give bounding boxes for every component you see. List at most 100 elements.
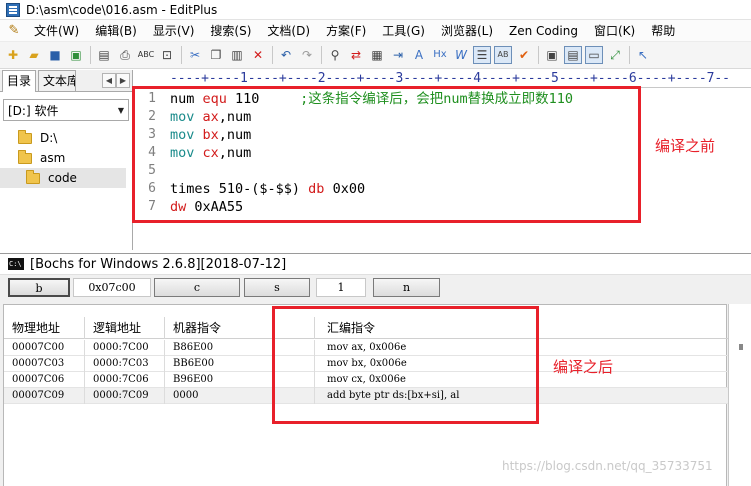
directory-panel-icon[interactable]: ▣ — [543, 46, 561, 64]
tab-directory[interactable]: 目录 — [2, 70, 37, 92]
browser-preview-icon[interactable]: ⊡ — [158, 46, 176, 64]
menu-window[interactable]: 窗口(K) — [586, 20, 643, 42]
logical-address-cell: 0000:7C09 — [85, 388, 165, 404]
bochs-command-bar: b 0x07c00 c s 1 n — [0, 276, 751, 300]
chevron-down-icon: ▼ — [117, 105, 124, 115]
toolbar-separator — [321, 46, 322, 64]
break-address-field[interactable]: 0x07c00 — [73, 278, 151, 297]
logical-address-cell: 0000:7C03 — [85, 356, 165, 372]
menu-project[interactable]: 方案(F) — [318, 20, 374, 42]
ruler-toggle-icon[interactable]: AB — [494, 46, 512, 64]
tree-item-code[interactable]: code — [0, 168, 126, 188]
toolbar-separator — [538, 46, 539, 64]
break-button[interactable]: b — [8, 278, 70, 297]
cliptext-panel-icon[interactable]: ▤ — [564, 46, 582, 64]
menu-document[interactable]: 文档(D) — [259, 20, 318, 42]
menu-file[interactable]: 文件(W) — [26, 20, 87, 42]
toolbar-separator — [90, 46, 91, 64]
menu-zen-coding[interactable]: Zen Coding — [501, 20, 586, 42]
bochs-title: [Bochs for Windows 2.6.8][2018-07-12] — [30, 256, 287, 272]
goto-line-icon[interactable]: ⇥ — [389, 46, 407, 64]
tree-item-drive[interactable]: D:\ — [0, 128, 132, 148]
font-icon[interactable]: A — [410, 46, 428, 64]
tab-cliptext[interactable]: 文本库 — [38, 70, 77, 91]
drive-select-value: [D:] 软件 — [8, 103, 59, 118]
side-pane — [728, 304, 751, 486]
tree-item-asm[interactable]: asm — [0, 148, 132, 168]
print-preview-icon[interactable]: ▤ — [95, 46, 113, 64]
column-physical-address: 物理地址 — [4, 317, 85, 339]
menu-tools[interactable]: 工具(G) — [374, 20, 433, 42]
ruler-text: ----+----1----+----2----+----3----+----4… — [170, 71, 730, 86]
annotation-after: 编译之后 — [553, 358, 614, 376]
menubar: ✎ 文件(W) 编辑(B) 显示(V) 搜索(S) 文档(D) 方案(F) 工具… — [0, 20, 751, 42]
side-pane-marker — [739, 344, 743, 350]
tree-item-label: asm — [40, 151, 66, 165]
save-all-icon[interactable]: ▣ — [67, 46, 85, 64]
editplus-app-icon — [6, 2, 20, 17]
copy-icon[interactable]: ❐ — [207, 46, 225, 64]
toolbar-separator — [181, 46, 182, 64]
open-folder-icon[interactable]: ▰ — [25, 46, 43, 64]
menu-help[interactable]: 帮助 — [643, 20, 683, 42]
hex-view-icon[interactable]: Hx — [431, 46, 449, 64]
replace-icon[interactable]: ⇄ — [347, 46, 365, 64]
menu-search[interactable]: 搜索(S) — [202, 20, 259, 42]
continue-button[interactable]: c — [154, 278, 240, 297]
fullscreen-icon[interactable]: ⤢ — [606, 46, 624, 64]
folder-icon — [18, 129, 32, 144]
tree-item-label: code — [48, 171, 77, 185]
menu-edit[interactable]: 编辑(B) — [87, 20, 145, 42]
ruler-gutter — [134, 72, 165, 86]
next-button[interactable]: n — [373, 278, 440, 297]
after-compile-highlight — [272, 306, 539, 424]
tab-scroll-right-icon[interactable]: ▶ — [116, 73, 130, 88]
before-compile-highlight — [132, 86, 641, 223]
folder-icon — [18, 149, 32, 164]
physical-address-cell: 00007C06 — [4, 372, 85, 388]
column-logical-address: 逻辑地址 — [85, 317, 165, 339]
save-icon[interactable]: ■ — [46, 46, 64, 64]
console-icon — [8, 258, 24, 270]
logical-address-cell: 0000:7C06 — [85, 372, 165, 388]
directory-tabs: 目录 文本库 ◀ ▶ — [0, 70, 132, 92]
physical-address-cell: 00007C03 — [4, 356, 85, 372]
menu-browser[interactable]: 浏览器(L) — [433, 20, 501, 42]
editplus-titlebar: D:\asm\code\016.asm - EditPlus — [0, 0, 751, 20]
toolbar-separator — [629, 46, 630, 64]
check-icon[interactable]: ✔ — [515, 46, 533, 64]
line-number-toggle-icon[interactable]: ☰ — [473, 46, 491, 64]
print-icon[interactable]: ⎙ — [116, 46, 134, 64]
bochs-titlebar: [Bochs for Windows 2.6.8][2018-07-12] — [0, 254, 751, 275]
redo-icon[interactable]: ↷ — [298, 46, 316, 64]
physical-address-cell: 00007C00 — [4, 340, 85, 356]
step-count-field[interactable]: 1 — [316, 278, 366, 297]
logical-address-cell: 0000:7C00 — [85, 340, 165, 356]
find-in-files-icon[interactable]: ▦ — [368, 46, 386, 64]
toolbar: ✚ ▰ ■ ▣ ▤ ⎙ ABC ⊡ ✂ ❐ ▥ ✕ ↶ ↷ ⚲ ⇄ ▦ ⇥ A … — [0, 42, 751, 69]
new-file-icon[interactable]: ✚ — [4, 46, 22, 64]
pointer-icon[interactable]: ↖ — [634, 46, 652, 64]
directory-panel: 目录 文本库 ◀ ▶ [D:] 软件 ▼ D:\ asm code — [0, 70, 133, 250]
tab-scroll-arrows: ◀ ▶ — [102, 73, 130, 88]
tab-scroll-left-icon[interactable]: ◀ — [102, 73, 116, 88]
paste-icon[interactable]: ▥ — [228, 46, 246, 64]
undo-icon[interactable]: ↶ — [277, 46, 295, 64]
pen-icon: ✎ — [8, 22, 20, 38]
toolbar-separator — [272, 46, 273, 64]
word-wrap-icon[interactable]: W — [452, 46, 470, 64]
folder-icon — [26, 169, 40, 184]
menu-view[interactable]: 显示(V) — [145, 20, 203, 42]
folder-tree: D:\ asm code — [0, 128, 132, 188]
tree-item-label: D:\ — [40, 131, 58, 145]
watermark: https://blog.csdn.net/qq_35733751 — [502, 459, 713, 473]
cut-icon[interactable]: ✂ — [186, 46, 204, 64]
step-button[interactable]: s — [244, 278, 310, 297]
find-icon[interactable]: ⚲ — [326, 46, 344, 64]
delete-icon[interactable]: ✕ — [249, 46, 267, 64]
drive-select[interactable]: [D:] 软件 ▼ — [3, 99, 129, 121]
annotation-before: 编译之前 — [655, 137, 716, 155]
spellcheck-icon[interactable]: ABC — [137, 46, 155, 64]
output-panel-icon[interactable]: ▭ — [585, 46, 603, 64]
physical-address-cell: 00007C09 — [4, 388, 85, 404]
